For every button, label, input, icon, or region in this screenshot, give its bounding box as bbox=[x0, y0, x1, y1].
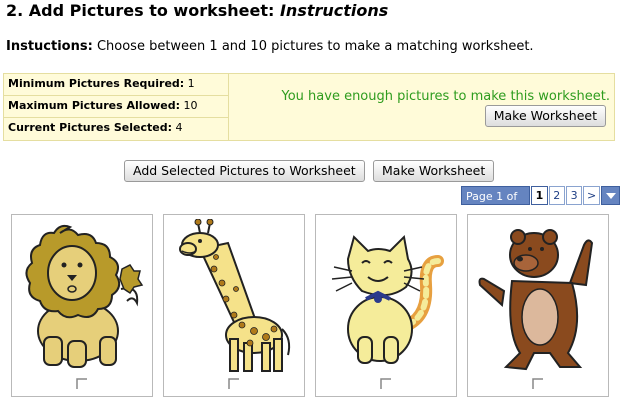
page-title: 2. Add Pictures to worksheet: Instructio… bbox=[6, 1, 388, 20]
giraffe-image bbox=[179, 219, 291, 372]
page-1-link[interactable]: 1 bbox=[531, 186, 548, 205]
page-2-link[interactable]: 2 bbox=[548, 186, 565, 205]
triangle-down-icon[interactable] bbox=[600, 186, 620, 205]
status-message: You have enough pictures to make this wo… bbox=[281, 89, 611, 104]
page-3-link[interactable]: 3 bbox=[565, 186, 583, 205]
pagination: Page 1 of 3 1 2 3 > bbox=[461, 186, 620, 222]
info-min-row: Minimum Pictures Required: 1 bbox=[4, 74, 228, 96]
info-current-row: Current Pictures Selected: 4 bbox=[4, 118, 228, 140]
title-prefix: 2. Add Pictures to worksheet: bbox=[6, 1, 275, 20]
picture-card-giraffe[interactable] bbox=[163, 214, 305, 397]
info-stats: Minimum Pictures Required: 1 Maximum Pic… bbox=[4, 74, 229, 140]
add-selected-pictures-button[interactable]: Add Selected Pictures to Worksheet bbox=[124, 160, 365, 182]
title-emphasis: Instructions bbox=[279, 1, 389, 20]
checkbox-cat[interactable] bbox=[380, 378, 392, 390]
min-label: Minimum Pictures Required: bbox=[8, 77, 185, 90]
page-indicator: Page 1 of 3 bbox=[461, 186, 531, 222]
checkbox-giraffe[interactable] bbox=[228, 378, 240, 390]
lion-image bbox=[25, 224, 144, 368]
make-worksheet-button[interactable]: Make Worksheet bbox=[373, 160, 495, 182]
picture-card-bear[interactable] bbox=[467, 214, 609, 397]
min-value: 1 bbox=[187, 77, 195, 90]
max-label: Maximum Pictures Allowed: bbox=[8, 99, 181, 112]
make-worksheet-button-top[interactable]: Make Worksheet bbox=[484, 105, 606, 127]
info-panel: Minimum Pictures Required: 1 Maximum Pic… bbox=[3, 73, 615, 141]
instructions: Instuctions: Choose between 1 and 10 pic… bbox=[6, 39, 534, 54]
picture-card-cat[interactable] bbox=[315, 214, 457, 397]
next-page-link[interactable]: > bbox=[583, 186, 600, 205]
cat-image bbox=[331, 234, 444, 364]
picture-card-lion[interactable] bbox=[11, 214, 153, 397]
instructions-label: Instuctions: bbox=[6, 39, 93, 54]
bear-image bbox=[478, 229, 594, 371]
current-value: 4 bbox=[175, 121, 183, 134]
checkbox-bear[interactable] bbox=[532, 378, 544, 390]
instructions-text: Choose between 1 and 10 pictures to make… bbox=[96, 39, 534, 54]
info-max-row: Maximum Pictures Allowed: 10 bbox=[4, 96, 228, 118]
current-label: Current Pictures Selected: bbox=[8, 121, 172, 134]
max-value: 10 bbox=[183, 99, 198, 112]
checkbox-lion[interactable] bbox=[76, 378, 88, 390]
